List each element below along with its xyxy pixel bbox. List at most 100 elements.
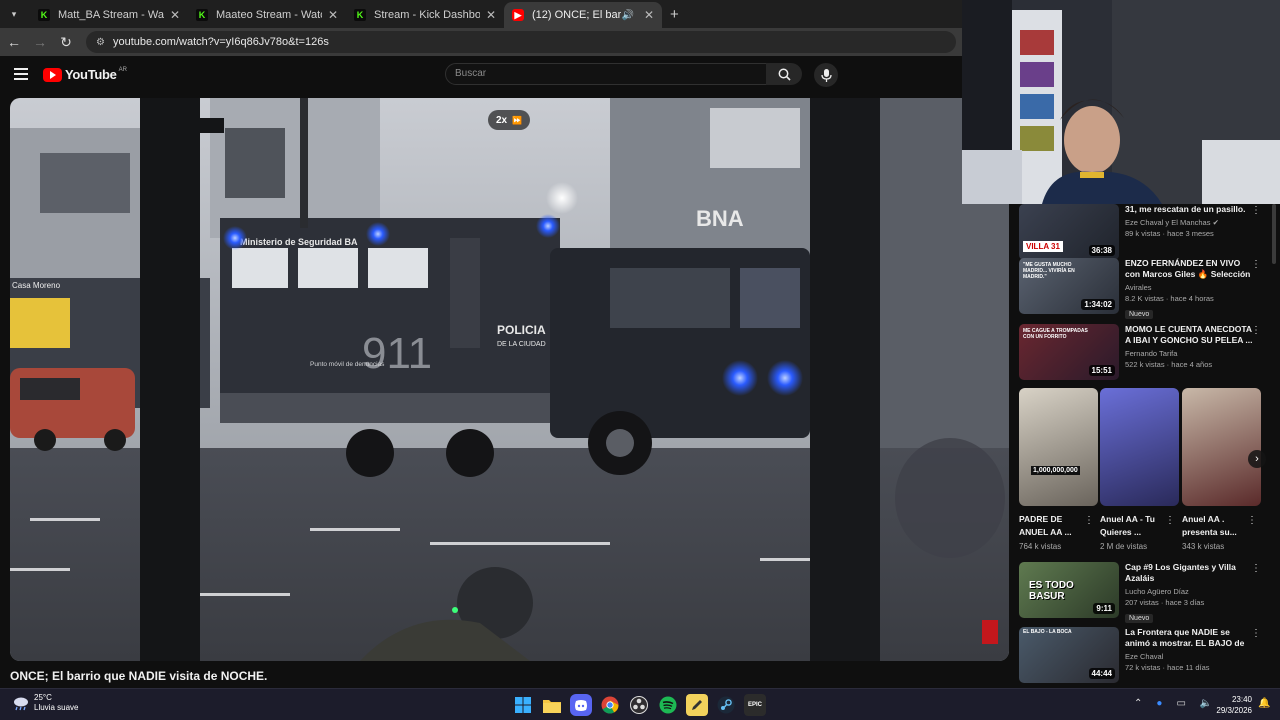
- tab-title: Maateo Stream - Watch Live on: [216, 9, 322, 21]
- short-thumbnail[interactable]: [1100, 388, 1179, 506]
- channel-name[interactable]: Lucho Agüero Díaz: [1125, 587, 1253, 596]
- clock-date: 29/3/2026: [1216, 706, 1252, 715]
- related-video-item[interactable]: ES TODO BASUR 9:11 Cap #9 Los Gigantes y…: [1019, 562, 1269, 623]
- more-options-icon[interactable]: ⋮: [1251, 564, 1261, 574]
- youtube-icon: ▶: [512, 9, 524, 21]
- channel-name[interactable]: Eze Chaval: [1125, 652, 1253, 661]
- voice-search-button[interactable]: [814, 63, 838, 87]
- tab-search-chevron-icon[interactable]: ▾: [4, 4, 24, 24]
- kick-icon: K: [354, 9, 366, 21]
- spotify-icon[interactable]: [657, 694, 679, 716]
- video-title[interactable]: Cap #9 Los Gigantes y Villa Azaláis: [1125, 562, 1253, 584]
- short-title[interactable]: Anuel AA . presenta su...: [1182, 513, 1244, 539]
- video-title[interactable]: ENZO FERNÁNDEZ EN VIVO con Marcos Giles …: [1125, 258, 1253, 280]
- related-video-item[interactable]: "ME GUSTA MUCHO MADRID... VIVIRÍA EN MAD…: [1019, 258, 1269, 319]
- shorts-shelf: 1,000,000,000 PADRE DE ANUEL AA ... 764 …: [1019, 388, 1262, 553]
- show-hidden-icons-chevron-icon[interactable]: ⌃: [1134, 698, 1142, 709]
- video-player[interactable]: Casa Moreno BNA Ministerio de Seguridad …: [10, 98, 1009, 661]
- tab-maateo-stream[interactable]: K Maateo Stream - Watch Live on ✕: [188, 2, 346, 28]
- obs-icon[interactable]: [628, 694, 650, 716]
- video-thumbnail[interactable]: EL BAJO - LA BOCA 44:44: [1019, 627, 1119, 683]
- file-explorer-icon[interactable]: [541, 694, 563, 716]
- speaker-icon[interactable]: 🔊: [621, 10, 633, 21]
- more-options-icon[interactable]: ⋮: [1165, 515, 1175, 526]
- menu-icon[interactable]: [14, 68, 28, 83]
- thumbnail-caption: VILLA 31: [1023, 241, 1063, 252]
- bank-sign: BNA: [696, 206, 744, 231]
- new-tab-button[interactable]: +: [670, 6, 679, 23]
- url-text: youtube.com/watch?v=yI6q86Jv78o&t=126s: [112, 36, 329, 48]
- search-input[interactable]: Buscar: [445, 63, 767, 85]
- shop-sign: Casa Moreno: [12, 281, 61, 290]
- reload-button[interactable]: ↻: [54, 34, 78, 51]
- short-item[interactable]: Anuel AA - Tu Quieres ... 2 M de vistas …: [1100, 513, 1179, 551]
- close-tab-icon[interactable]: ✕: [486, 8, 496, 22]
- url-field[interactable]: ⚙ youtube.com/watch?v=yI6q86Jv78o&t=126s: [86, 31, 956, 53]
- related-video-item[interactable]: EL BAJO - LA BOCA 44:44 La Frontera que …: [1019, 627, 1269, 687]
- more-options-icon[interactable]: ⋮: [1251, 629, 1261, 639]
- video-title[interactable]: 31, me rescatan de un pasillo.: [1125, 204, 1253, 215]
- short-title[interactable]: PADRE DE ANUEL AA ...: [1019, 513, 1081, 539]
- short-item[interactable]: PADRE DE ANUEL AA ... 764 k vistas ⋮: [1019, 513, 1098, 551]
- tab-kick-dashboard[interactable]: K Stream - Kick Dashboard ✕: [346, 2, 504, 28]
- more-options-icon[interactable]: ⋮: [1247, 515, 1257, 526]
- short-item[interactable]: Anuel AA . presenta su... 343 k vistas ⋮: [1182, 513, 1261, 551]
- short-thumbnail[interactable]: 1,000,000,000: [1019, 388, 1098, 506]
- thumbnail-caption: "ME GUSTA MUCHO MADRID... VIVIRÍA EN MAD…: [1023, 262, 1075, 280]
- windows-icon[interactable]: [512, 694, 534, 716]
- video-title: ONCE; El barrio que NADIE visita de NOCH…: [10, 669, 268, 683]
- tab-matt-ba-stream[interactable]: K Matt_BA Stream - Watch Live o ✕: [30, 2, 188, 28]
- video-thumbnail[interactable]: ME CAGUE A TROMPADAS CON UN FORRITO 15:5…: [1019, 324, 1119, 380]
- video-thumbnail[interactable]: ES TODO BASUR 9:11: [1019, 562, 1119, 618]
- tray-app-icon[interactable]: ●: [1156, 698, 1162, 709]
- tab-title: (12) ONCE; El barrio que N: [532, 9, 622, 21]
- kick-icon: K: [38, 9, 50, 21]
- tab-youtube-once[interactable]: ▶ (12) ONCE; El barrio que N 🔊 ✕: [504, 2, 662, 28]
- close-tab-icon[interactable]: ✕: [328, 8, 338, 22]
- steam-icon[interactable]: [715, 694, 737, 716]
- tab-title: Matt_BA Stream - Watch Live o: [58, 9, 164, 21]
- pen-icon[interactable]: [686, 694, 708, 716]
- short-views: 764 k vistas: [1019, 542, 1062, 551]
- channel-name[interactable]: Avirales: [1125, 283, 1253, 292]
- video-thumbnail[interactable]: VILLA 31 36:38: [1019, 204, 1119, 260]
- close-tab-icon[interactable]: ✕: [170, 8, 180, 22]
- weather-widget[interactable]: 25°C Lluvia suave: [12, 693, 78, 713]
- youtube-logo[interactable]: YouTube AR: [43, 67, 127, 82]
- related-video-item[interactable]: ME CAGUE A TROMPADAS CON UN FORRITO 15:5…: [1019, 324, 1269, 384]
- search-button[interactable]: [766, 63, 802, 85]
- channel-name[interactable]: Eze Chaval y El Manchas: [1125, 218, 1210, 227]
- site-settings-icon[interactable]: ⚙: [96, 37, 105, 48]
- short-views: 2 M de vistas: [1100, 542, 1148, 551]
- notification-bell-icon[interactable]: 🔔: [1258, 698, 1270, 709]
- close-tab-icon[interactable]: ✕: [644, 8, 654, 22]
- network-icon[interactable]: ▭: [1176, 698, 1185, 709]
- video-title[interactable]: La Frontera que NADIE se animó a mostrar…: [1125, 627, 1253, 649]
- video-stats: 72 k vistas · hace 11 días: [1125, 663, 1210, 672]
- short-title[interactable]: Anuel AA - Tu Quieres ...: [1100, 513, 1162, 539]
- video-stats: 207 vistas · hace 3 días: [1125, 598, 1205, 607]
- more-options-icon[interactable]: ⋮: [1251, 326, 1261, 336]
- video-stats: 8.2 K vistas · hace 4 horas: [1125, 294, 1214, 303]
- channel-name[interactable]: Fernando Tarifa: [1125, 349, 1253, 358]
- new-badge: Nuevo: [1125, 310, 1154, 319]
- tab-title: Stream - Kick Dashboard: [374, 9, 480, 21]
- discord-icon[interactable]: [570, 694, 592, 716]
- chrome-icon[interactable]: [599, 694, 621, 716]
- video-title[interactable]: MOMO LE CUENTA ANECDOTA A IBAI Y GONCHO …: [1125, 324, 1253, 346]
- video-thumbnail[interactable]: "ME GUSTA MUCHO MADRID... VIVIRÍA EN MAD…: [1019, 258, 1119, 314]
- epic-games-icon[interactable]: EPIC: [744, 694, 766, 716]
- video-stats: 89 k vistas · hace 3 meses: [1125, 229, 1214, 238]
- short-thumbnail[interactable]: [1182, 388, 1261, 506]
- back-button[interactable]: ←: [2, 34, 26, 50]
- microphone-icon: [820, 68, 832, 82]
- forward-button[interactable]: →: [28, 34, 52, 50]
- sidebar-scrollbar[interactable]: [1270, 204, 1278, 688]
- system-clock[interactable]: 23:40 29/3/2026: [1210, 694, 1252, 716]
- more-options-icon[interactable]: ⋮: [1084, 515, 1094, 526]
- shorts-next-button[interactable]: ›: [1248, 450, 1266, 468]
- weather-temperature: 25°C: [34, 693, 52, 702]
- more-options-icon[interactable]: ⋮: [1251, 206, 1261, 216]
- related-video-item[interactable]: VILLA 31 36:38 31, me rescatan de un pas…: [1019, 204, 1269, 264]
- more-options-icon[interactable]: ⋮: [1251, 260, 1261, 270]
